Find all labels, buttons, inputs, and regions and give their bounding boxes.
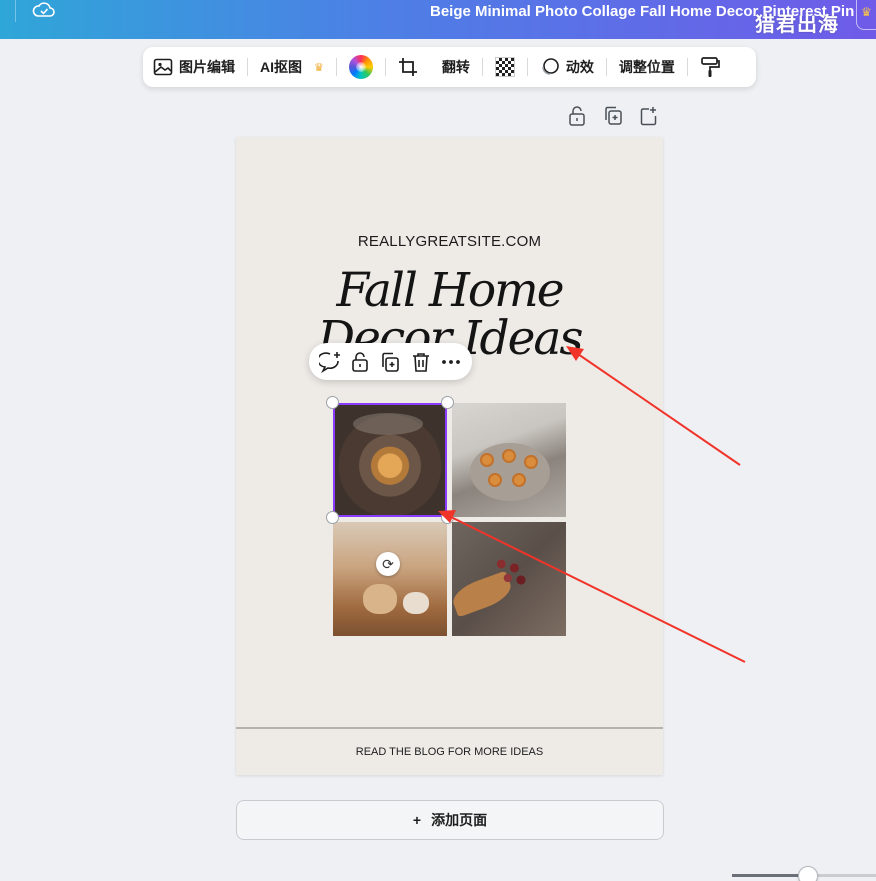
headline-line-1: Fall Home: [336, 263, 564, 318]
photo-detail-berries: [488, 552, 532, 592]
divider: [686, 58, 688, 76]
transparency-icon: [494, 57, 515, 77]
divider: [247, 58, 248, 76]
crown-icon: ♛: [314, 61, 324, 74]
paint-roller-icon: [701, 57, 720, 77]
cloud-check-icon[interactable]: [32, 0, 56, 20]
copy-style-button[interactable]: [700, 47, 720, 87]
photo-pumpkins[interactable]: [333, 522, 447, 636]
image-toolbar: 图片编辑 AI抠图 ♛ 翻转 动效 调整位置: [143, 47, 756, 87]
flip-label: 翻转: [441, 59, 470, 75]
watermark: 猎君出海: [755, 12, 839, 36]
divider: [335, 58, 337, 76]
resize-handle-top-right[interactable]: [441, 396, 454, 409]
lock-icon[interactable]: [349, 351, 371, 373]
divider: [605, 58, 607, 76]
add-page-icon[interactable]: [640, 106, 658, 126]
element-context-menu: [309, 343, 472, 380]
lock-icon[interactable]: [568, 106, 586, 126]
position-label: 调整位置: [618, 59, 675, 75]
zoom-slider-fill: [732, 874, 808, 877]
resize-handle-bottom-right[interactable]: [441, 511, 454, 524]
add-page-label: 添加页面: [431, 812, 488, 828]
zoom-slider-thumb[interactable]: [798, 866, 818, 881]
duplicate-page-icon[interactable]: [604, 106, 622, 126]
footer-divider: [236, 727, 663, 729]
transparency-button[interactable]: [494, 47, 515, 87]
image-edit-icon: [153, 58, 173, 76]
divider: [384, 58, 386, 76]
page-actions: [568, 106, 658, 126]
crop-button[interactable]: [398, 47, 418, 87]
add-page-button[interactable]: + 添加页面: [236, 800, 664, 840]
animate-label: 动效: [565, 59, 594, 75]
photo-detail-pumpkin: [403, 592, 429, 614]
image-edit-button[interactable]: 图片编辑: [153, 47, 235, 87]
divider: [481, 58, 483, 76]
animate-button[interactable]: 动效: [540, 47, 594, 87]
top-bar: Beige Minimal Photo Collage Fall Home De…: [0, 0, 876, 39]
color-wheel-icon: [348, 55, 373, 79]
photo-berries[interactable]: [452, 522, 566, 636]
image-edit-label: 图片编辑: [179, 59, 235, 75]
photo-detail-pumpkin: [363, 584, 397, 614]
plus-icon: +: [412, 812, 422, 828]
ai-cutout-label: AI抠图: [260, 59, 302, 75]
crown-icon[interactable]: ♛: [856, 0, 876, 30]
ai-cutout-button[interactable]: AI抠图 ♛: [260, 47, 324, 87]
comment-add-icon[interactable]: [319, 351, 341, 373]
duplicate-icon[interactable]: [379, 351, 401, 373]
divider: [526, 58, 528, 76]
selection-frame[interactable]: [333, 403, 447, 517]
rotate-icon[interactable]: ⟳: [376, 552, 400, 576]
footer-text[interactable]: READ THE BLOG FOR MORE IDEAS: [236, 746, 663, 758]
photo-orange-slices[interactable]: [452, 403, 566, 517]
resize-handle-top-left[interactable]: [326, 396, 339, 409]
position-button[interactable]: 调整位置: [619, 47, 675, 87]
flip-button[interactable]: 翻转: [442, 47, 470, 87]
design-page[interactable]: REALLYGREATSITE.COM Fall Home Decor Idea…: [236, 137, 663, 775]
divider: [15, 0, 16, 22]
more-icon[interactable]: [440, 351, 462, 373]
photo-detail-plate: [470, 443, 550, 501]
crop-icon: [398, 58, 417, 76]
animate-icon: [542, 58, 559, 75]
color-button[interactable]: [348, 47, 373, 87]
trash-icon[interactable]: [410, 351, 432, 373]
resize-handle-bottom-left[interactable]: [326, 511, 339, 524]
website-text[interactable]: REALLYGREATSITE.COM: [236, 233, 663, 250]
